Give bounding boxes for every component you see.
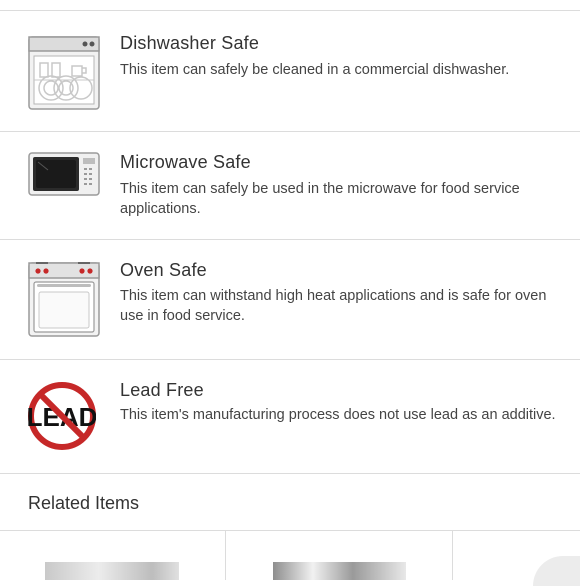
feature-title: Dishwasher Safe [120,33,260,53]
feature-description: This item's manufacturing process does n… [120,407,556,423]
feature-lead-free: LEAD Lead Free This item's manufacturing… [0,360,580,474]
related-item-card[interactable] [0,531,226,580]
oven-icon [28,260,100,343]
feature-title: Lead Free [120,380,204,400]
related-item-card[interactable] [226,531,453,580]
feature-title: Oven Safe [120,260,207,280]
dishwasher-icon [28,36,100,115]
divider [0,473,580,474]
microwave-icon [28,152,100,201]
product-thumbnail[interactable] [533,556,580,586]
feature-description: This item can withstand high heat applic… [120,288,547,324]
feature-title: Microwave Safe [120,152,251,172]
feature-description: This item can safely be used in the micr… [120,181,520,217]
product-thumbnail[interactable] [45,562,179,580]
lead-free-icon: LEAD [27,382,97,455]
feature-dishwasher-safe: Dishwasher Safe This item can safely be … [0,11,580,132]
related-item-card[interactable] [453,531,580,586]
related-items-heading: Related Items [28,493,140,513]
product-thumbnail[interactable] [273,562,406,580]
feature-oven-safe: Oven Safe This item can withstand high h… [0,240,580,360]
feature-description: This item can safely be cleaned in a com… [120,62,510,78]
feature-microwave-safe: Microwave Safe This item can safely be u… [0,132,580,240]
